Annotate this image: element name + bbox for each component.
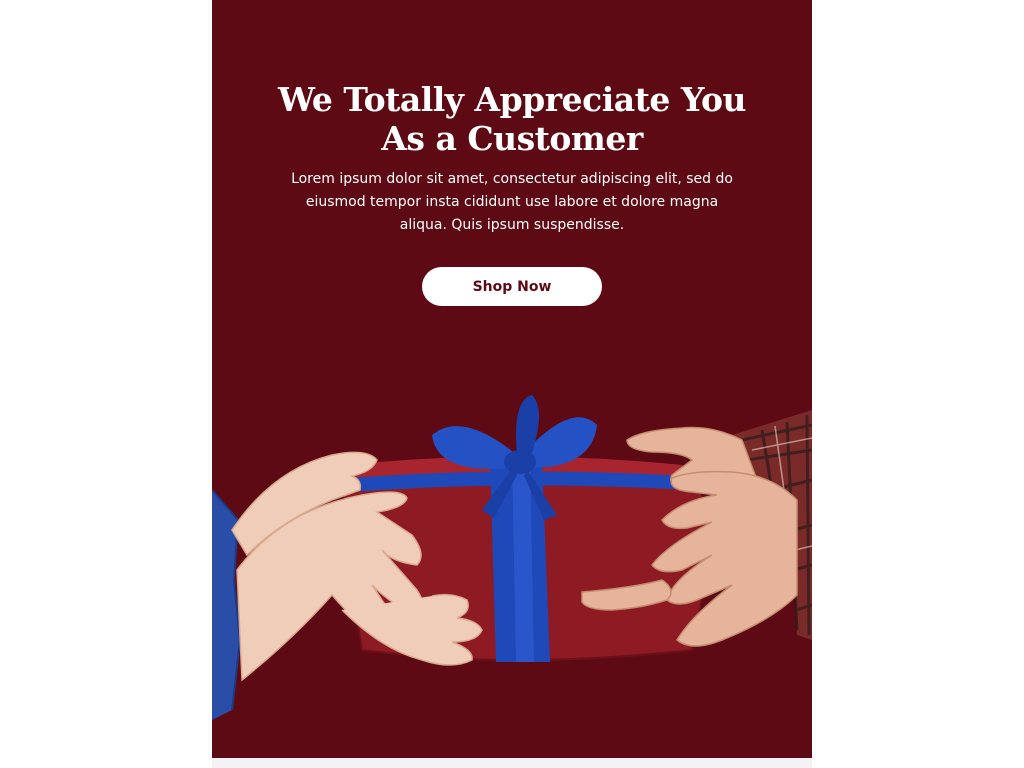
headline-line-2: As a Customer (381, 119, 643, 158)
email-card: We Totally Appreciate You As a Customer … (212, 0, 812, 758)
headline-line-1: We Totally Appreciate You (277, 80, 747, 119)
body-text: Lorem ipsum dolor sit amet, consectetur … (291, 171, 733, 233)
shop-now-button[interactable]: Shop Now (422, 267, 602, 306)
footer-strip (212, 758, 812, 768)
headline: We Totally Appreciate You As a Customer (212, 80, 812, 158)
gift-exchange-image (212, 395, 812, 720)
